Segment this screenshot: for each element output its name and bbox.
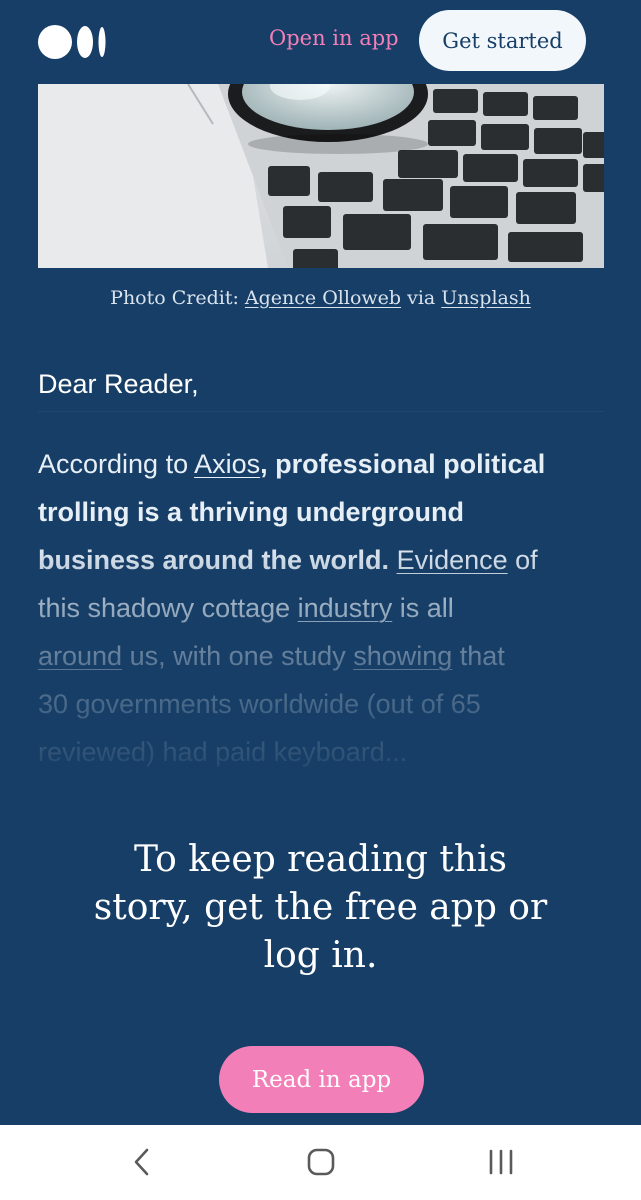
photo-caption: Photo Credit: Agence Olloweb via Unsplas… xyxy=(0,287,641,309)
line-text: According to xyxy=(38,449,195,479)
system-nav-bar xyxy=(0,1125,641,1200)
article-line: 30 governments worldwide (out of 65 xyxy=(38,680,604,728)
photographer-link[interactable]: Agence Olloweb xyxy=(245,287,401,309)
recents-button[interactable] xyxy=(481,1145,521,1179)
keyboard-magnifier-photo xyxy=(38,84,604,268)
line-text: us, with one study xyxy=(122,641,354,671)
unsplash-link[interactable]: Unsplash xyxy=(441,287,531,309)
article-body: According to Axios, professional politic… xyxy=(38,440,604,776)
back-chevron-icon xyxy=(134,1148,149,1176)
line-text: of xyxy=(507,545,538,575)
line-text xyxy=(389,545,397,575)
divider xyxy=(38,411,604,412)
open-in-app-link[interactable]: Open in app xyxy=(269,26,399,50)
line-text: trolling is a thriving underground xyxy=(38,497,464,527)
line-text: 30 governments worldwide (out of 65 xyxy=(38,689,481,719)
article-line: trolling is a thriving underground xyxy=(38,488,604,536)
article-line: business around the world. Evidence of xyxy=(38,536,604,584)
article-greeting: Dear Reader, xyxy=(38,369,199,399)
article-line: this shadowy cottage industry is all xyxy=(38,584,604,632)
hero-image xyxy=(38,84,604,268)
article-line: around us, with one study showing that xyxy=(38,632,604,680)
recents-icon xyxy=(489,1149,513,1175)
caption-via: via xyxy=(401,287,442,309)
article-line: reviewed) had paid keyboard... xyxy=(38,728,604,776)
paywall-line: story, get the free app or xyxy=(93,887,548,928)
read-in-app-button[interactable]: Read in app xyxy=(219,1046,424,1113)
line-text: this shadowy cottage xyxy=(38,593,298,623)
medium-logo-icon[interactable] xyxy=(38,25,108,59)
paywall-line: To keep reading this xyxy=(133,839,508,880)
line-text: professional political xyxy=(267,449,546,479)
get-started-button[interactable]: Get started xyxy=(419,10,586,71)
line-text: , xyxy=(260,449,268,479)
around-link[interactable]: around xyxy=(38,641,122,671)
line-text: that xyxy=(452,641,505,671)
caption-prefix: Photo Credit: xyxy=(110,287,245,309)
home-icon xyxy=(307,1148,335,1176)
home-button[interactable] xyxy=(301,1145,341,1179)
axios-link[interactable]: Axios xyxy=(194,449,260,479)
line-text: reviewed) had paid keyboard... xyxy=(38,737,408,767)
top-bar: Open in app Get started xyxy=(0,0,641,84)
paywall-line: log in. xyxy=(263,935,378,976)
line-text: is all xyxy=(392,593,454,623)
showing-link[interactable]: showing xyxy=(353,641,452,671)
article-line: According to Axios, professional politic… xyxy=(38,440,604,488)
industry-link[interactable]: industry xyxy=(298,593,393,623)
back-button[interactable] xyxy=(122,1145,162,1179)
paywall-message: To keep reading this story, get the free… xyxy=(60,836,581,980)
evidence-link[interactable]: Evidence xyxy=(397,545,508,575)
line-text: business around the world. xyxy=(38,545,390,575)
